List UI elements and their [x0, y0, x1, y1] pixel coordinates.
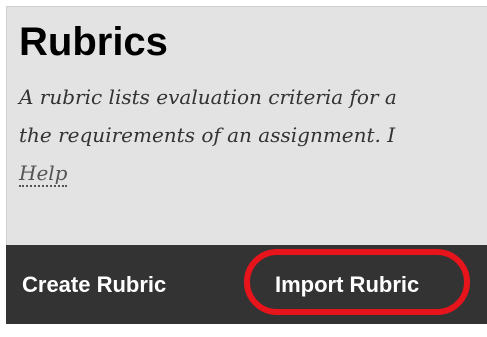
description-line: A rubric lists evaluation criteria for a	[19, 85, 397, 109]
rubrics-page: Rubrics A rubric lists evaluation criter…	[0, 0, 487, 337]
page-title: Rubrics	[19, 20, 168, 64]
help-link[interactable]: Help	[19, 161, 68, 187]
page-header: Rubrics A rubric lists evaluation criter…	[6, 6, 487, 245]
description-line: the requirements of an assignment. I	[19, 123, 396, 147]
action-toolbar: Create Rubric Import Rubric	[6, 245, 487, 324]
create-rubric-button[interactable]: Create Rubric	[22, 245, 166, 324]
page-description: A rubric lists evaluation criteria for a…	[19, 78, 487, 192]
import-rubric-button[interactable]: Import Rubric	[275, 245, 419, 324]
